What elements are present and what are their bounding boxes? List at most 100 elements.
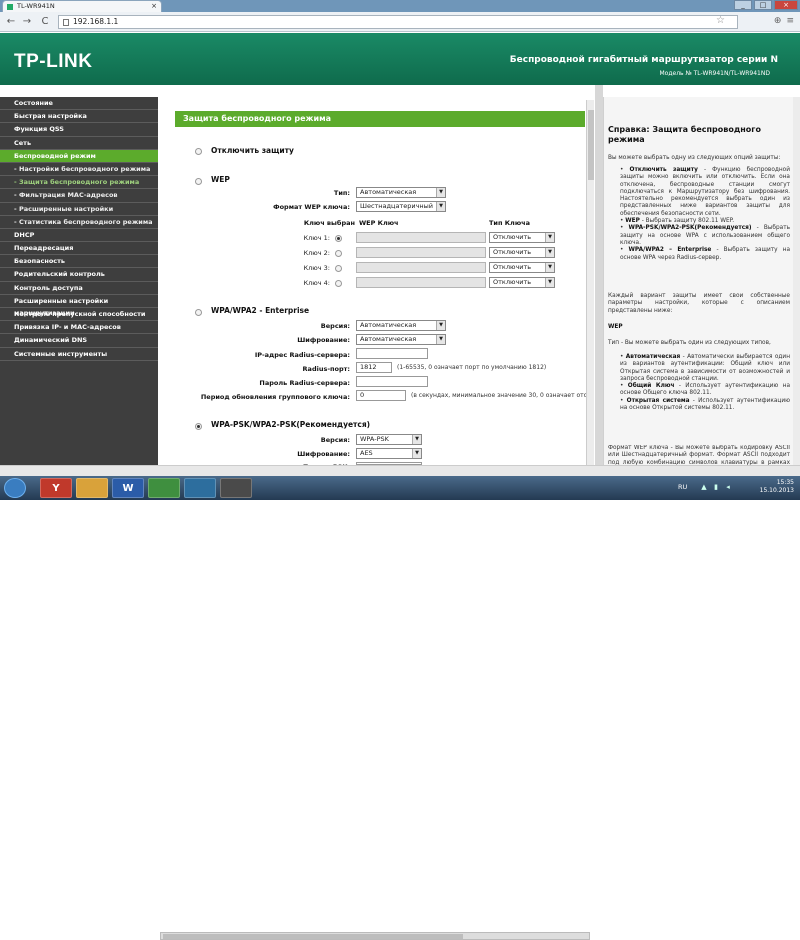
minimize-button[interactable]: _: [734, 0, 752, 10]
taskbar-chrome-icon[interactable]: [148, 478, 180, 498]
language-indicator[interactable]: RU: [678, 483, 687, 491]
wep-key4-radio[interactable]: [335, 280, 342, 287]
back-button[interactable]: ←: [4, 15, 18, 29]
nav-item-qss[interactable]: Функция QSS: [0, 123, 158, 137]
tray-clock[interactable]: 15:35 15.10.2013: [760, 479, 794, 495]
nav-item-network[interactable]: Сеть: [0, 137, 158, 150]
ent-enc-value: Автоматическая: [360, 335, 417, 343]
nav-item-forwarding[interactable]: Переадресация: [0, 242, 158, 256]
radio-wep[interactable]: [195, 178, 202, 185]
translate-icon[interactable]: ⊕: [774, 16, 782, 26]
browser-tab[interactable]: TL-WR941N ×: [2, 0, 162, 12]
model-number: Модель № TL-WR941N/TL-WR941ND: [659, 70, 771, 77]
help-wep-heading: WEP: [608, 324, 623, 330]
tray-network-icon[interactable]: ▮: [712, 483, 720, 491]
wep-key3-input[interactable]: [356, 262, 486, 273]
help-panel: Справка: Защита беспроводного режима Вы …: [603, 97, 793, 465]
nav-item-access-control[interactable]: Контроль доступа: [0, 282, 158, 295]
nav-item-bandwidth-control[interactable]: Контроль пропускной способности: [0, 308, 158, 322]
taskbar-media-icon[interactable]: [184, 478, 216, 498]
window-close-button[interactable]: ×: [774, 0, 798, 10]
nav-item-wireless[interactable]: Беспроводной режим: [0, 149, 158, 163]
ent-version-select[interactable]: Автоматическая ▼: [356, 320, 446, 331]
ent-enc-select[interactable]: Автоматическая ▼: [356, 334, 446, 345]
group-key-period-input[interactable]: 0: [356, 390, 406, 401]
wep-key1-radio[interactable]: [335, 235, 342, 242]
tray-expand-icon[interactable]: ▲: [700, 483, 708, 491]
nav-item-wireless-security[interactable]: - Защита беспроводного режима: [0, 176, 158, 190]
wep-key1-type-select[interactable]: Отключить ▼: [489, 232, 555, 243]
radius-port-value: 1812: [360, 363, 377, 371]
tab-title: TL-WR941N: [17, 2, 55, 10]
radius-password-label: Пароль Radius-сервера:: [259, 379, 350, 387]
wep-key3-radio[interactable]: [335, 265, 342, 272]
horizontal-scrollbar[interactable]: [160, 932, 590, 940]
tab-close-icon[interactable]: ×: [151, 1, 157, 12]
chevron-down-icon: ▼: [545, 233, 554, 242]
wep-key2-type-select[interactable]: Отключить ▼: [489, 247, 555, 258]
maximize-button[interactable]: □: [754, 0, 772, 10]
psk-enc-select[interactable]: AES ▼: [356, 448, 422, 459]
nav-item-wireless-stats[interactable]: - Статистика беспроводного режима: [0, 216, 158, 229]
wep-key4-type-select[interactable]: Отключить ▼: [489, 277, 555, 288]
wep-type-select[interactable]: Автоматическая ▼: [356, 187, 446, 198]
radius-ip-input[interactable]: [356, 348, 428, 359]
page-icon: [63, 19, 69, 26]
windows-taskbar: Y W RU ▲ ▮ ◂ 15:35 15.10.2013: [0, 476, 800, 500]
bookmark-star-icon[interactable]: ☆: [716, 15, 725, 26]
chevron-down-icon: ▼: [436, 335, 445, 344]
taskbar-explorer-icon[interactable]: [76, 478, 108, 498]
nav-item-dhcp[interactable]: DHCP: [0, 229, 158, 243]
nav-item-ip-mac-binding[interactable]: Привязка IP- и MAC-адресов: [0, 321, 158, 335]
content-scrollbar[interactable]: [586, 100, 594, 465]
help-intro: Вы можете выбрать одну из следующих опци…: [608, 155, 781, 161]
tray-volume-icon[interactable]: ◂: [724, 483, 732, 491]
wep-key4-input[interactable]: [356, 277, 486, 288]
radio-disable-security[interactable]: [195, 148, 202, 155]
radius-password-input[interactable]: [356, 376, 428, 387]
nav-item-quick-setup[interactable]: Быстрая настройка: [0, 110, 158, 124]
ent-version-value: Автоматическая: [360, 321, 417, 329]
nav-item-wireless-settings[interactable]: - Настройки беспроводного режима: [0, 163, 158, 177]
wep-type-value: Автоматическая: [360, 188, 417, 196]
wep-key2-radio[interactable]: [335, 250, 342, 257]
nav-item-advanced-wireless[interactable]: - Расширенные настройки: [0, 203, 158, 216]
taskbar-game-icon[interactable]: [220, 478, 252, 498]
taskbar-yandex-icon[interactable]: Y: [40, 478, 72, 498]
start-button[interactable]: [4, 478, 26, 498]
psk-version-select[interactable]: WPA-PSK ▼: [356, 434, 422, 445]
horizontal-scroll-thumb[interactable]: [163, 934, 463, 939]
wep-key3-type-value: Отключить: [493, 263, 532, 271]
nav-item-parental-control[interactable]: Родительский контроль: [0, 268, 158, 282]
browser-titlebar: TL-WR941N × _ □ ×: [0, 0, 800, 12]
content-scroll-thumb[interactable]: [588, 110, 594, 180]
taskbar-word-icon[interactable]: W: [112, 478, 144, 498]
forward-button[interactable]: →: [20, 15, 34, 29]
wep-format-select[interactable]: Шестнадцатеричный ▼: [356, 201, 446, 212]
address-bar[interactable]: 192.168.1.1: [58, 15, 738, 29]
wep-key2-input[interactable]: [356, 247, 486, 258]
psk-enc-label: Шифрование:: [297, 450, 350, 458]
nav-item-mac-filtering[interactable]: - Фильтрация МАС-адресов: [0, 189, 158, 203]
bottom-strip: [0, 465, 800, 940]
tab-favicon-icon: [7, 4, 13, 10]
wep-col-type: Тип Ключа: [489, 219, 530, 227]
nav-item-ddns[interactable]: Динамический DNS: [0, 334, 158, 348]
radius-port-input[interactable]: 1812: [356, 362, 392, 373]
wep-key3-type-select[interactable]: Отключить ▼: [489, 262, 555, 273]
reload-button[interactable]: C: [38, 15, 52, 29]
wep-key4-label: Ключ 4:: [303, 279, 330, 287]
nav-item-security[interactable]: Безопасность: [0, 255, 158, 269]
help-type-intro: Тип - Вы можете выбрать один из следующи…: [608, 340, 771, 346]
nav-item-advanced-routing[interactable]: Расширенные настройки маршрутизации: [0, 295, 158, 317]
menu-icon[interactable]: ≡: [786, 16, 794, 26]
address-text: 192.168.1.1: [73, 17, 119, 26]
radio-wpa-enterprise[interactable]: [195, 309, 202, 316]
wep-key1-input[interactable]: [356, 232, 486, 243]
wep-type-label: Тип:: [333, 189, 350, 197]
radio-wpa-psk[interactable]: [195, 423, 202, 430]
nav-item-status[interactable]: Состояние: [0, 97, 158, 111]
help-scrollbar[interactable]: [793, 97, 800, 465]
nav-item-system-tools[interactable]: Системные инструменты: [0, 348, 158, 361]
chevron-down-icon: ▼: [436, 202, 445, 211]
